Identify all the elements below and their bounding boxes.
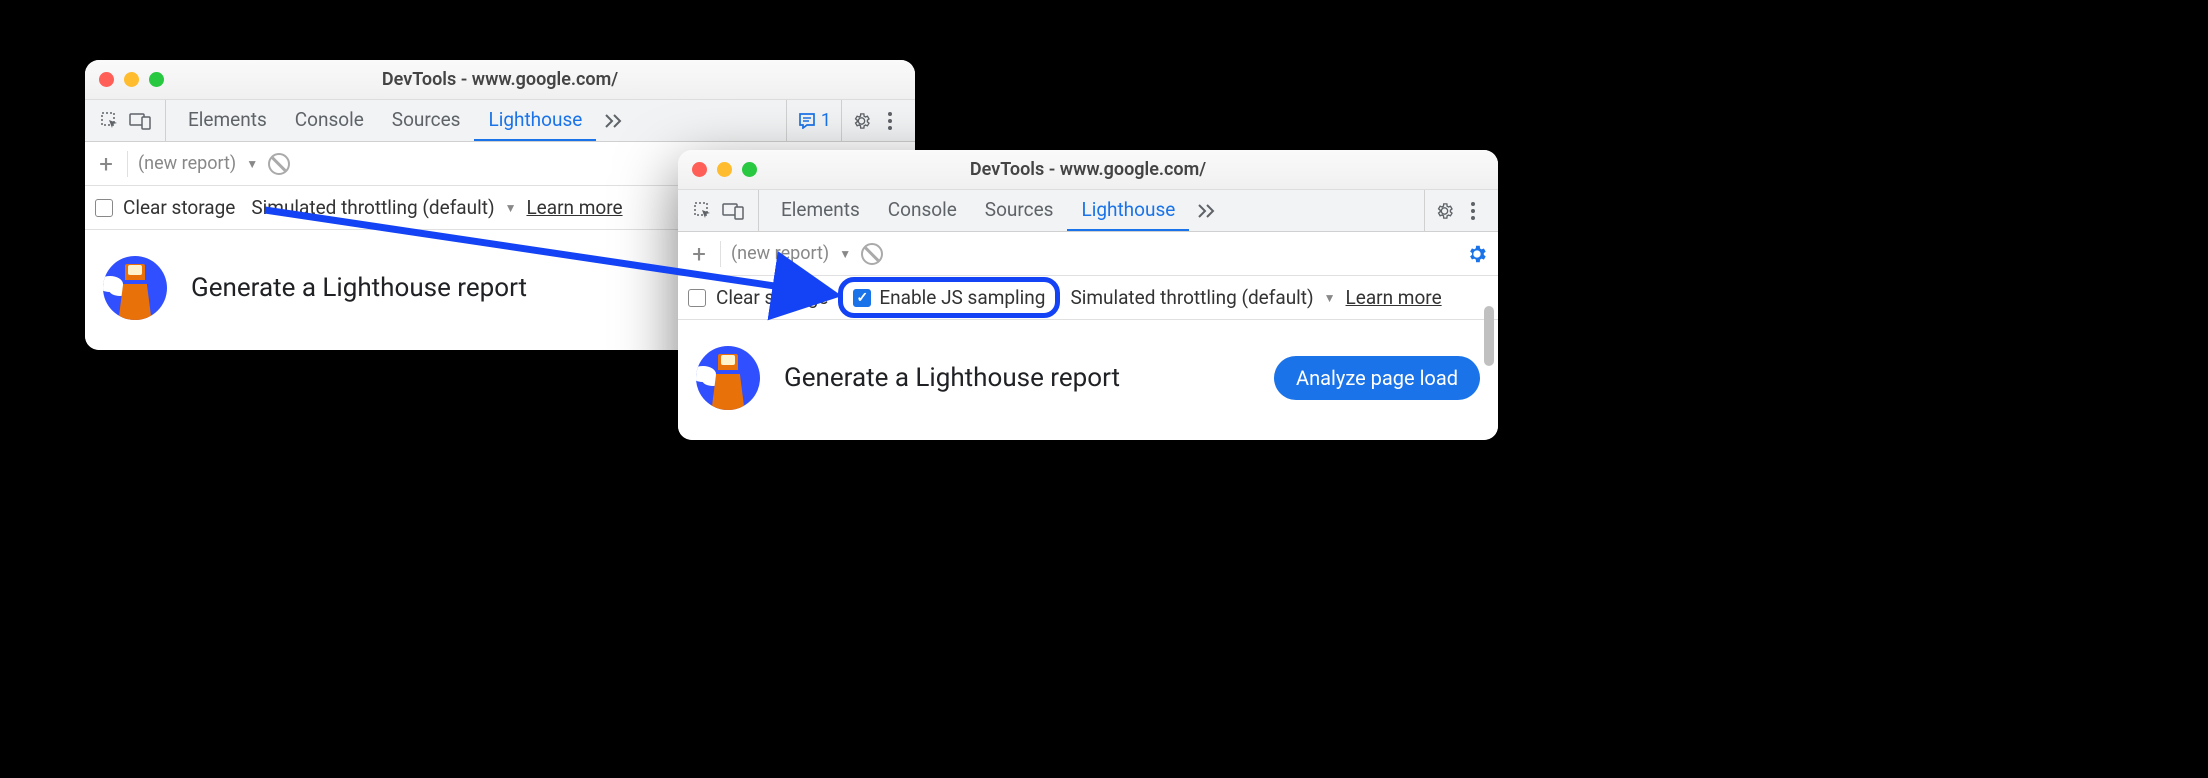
- main-heading: Generate a Lighthouse report: [191, 273, 527, 303]
- devtools-tabbar: Elements Console Sources Lighthouse 1: [85, 100, 915, 142]
- tab-lighthouse[interactable]: Lighthouse: [474, 100, 596, 141]
- dropdown-triangle-icon: ▼: [839, 247, 851, 261]
- titlebar: DevTools - www.google.com/: [678, 150, 1498, 190]
- tab-console[interactable]: Console: [874, 190, 971, 231]
- titlebar: DevTools - www.google.com/: [85, 60, 915, 100]
- tab-sources[interactable]: Sources: [971, 190, 1068, 231]
- devtools-tabs: Elements Console Sources Lighthouse: [767, 190, 1225, 231]
- lighthouse-logo-icon: [103, 256, 167, 320]
- learn-more-link[interactable]: Learn more: [1346, 286, 1442, 309]
- report-dropdown-label: (new report): [731, 243, 829, 264]
- lighthouse-logo-icon: [696, 346, 760, 410]
- kebab-menu-icon[interactable]: [875, 106, 905, 136]
- kebab-menu-icon[interactable]: [1458, 196, 1488, 226]
- settings-gear-icon[interactable]: [1424, 190, 1454, 231]
- clear-icon[interactable]: [268, 153, 290, 175]
- throttling-label: Simulated throttling (default): [251, 196, 494, 219]
- throttling-dropdown[interactable]: Simulated throttling (default) ▼: [1070, 286, 1335, 309]
- settings-gear-icon[interactable]: [841, 100, 871, 141]
- tab-sources[interactable]: Sources: [378, 100, 475, 141]
- device-toggle-icon[interactable]: [718, 196, 748, 226]
- clear-storage-checkbox[interactable]: [688, 289, 706, 307]
- main-heading: Generate a Lighthouse report: [784, 363, 1120, 393]
- add-report-icon[interactable]: +: [95, 150, 117, 178]
- enable-js-sampling-checkbox[interactable]: [853, 289, 871, 307]
- panel-settings-gear-icon[interactable]: [1466, 243, 1488, 265]
- clear-storage-checkbox[interactable]: [95, 199, 113, 217]
- analyze-button[interactable]: Analyze page load: [1274, 356, 1480, 400]
- tab-console[interactable]: Console: [281, 100, 378, 141]
- devtools-tabs: Elements Console Sources Lighthouse: [174, 100, 632, 141]
- more-tabs-chevron-icon[interactable]: [1189, 190, 1225, 231]
- dropdown-triangle-icon: ▼: [505, 201, 517, 215]
- tab-elements[interactable]: Elements: [767, 190, 874, 231]
- lighthouse-main: Generate a Lighthouse report Analyze pag…: [678, 320, 1498, 440]
- window-title: DevTools - www.google.com/: [85, 69, 915, 90]
- tab-elements[interactable]: Elements: [174, 100, 281, 141]
- enable-js-sampling-highlight: Enable JS sampling: [838, 277, 1060, 318]
- inspect-icon[interactable]: [95, 106, 125, 136]
- issues-button[interactable]: 1: [786, 100, 837, 141]
- report-dropdown-label: (new report): [138, 153, 236, 174]
- throttling-label: Simulated throttling (default): [1070, 286, 1313, 309]
- dropdown-triangle-icon: ▼: [1324, 291, 1336, 305]
- report-dropdown[interactable]: (new report) ▼: [138, 153, 258, 174]
- lighthouse-subrow: + (new report) ▼: [678, 232, 1498, 276]
- devtools-tabbar: Elements Console Sources Lighthouse: [678, 190, 1498, 232]
- scrollbar-thumb[interactable]: [1484, 306, 1494, 366]
- more-tabs-chevron-icon[interactable]: [596, 100, 632, 141]
- devtools-window-after: DevTools - www.google.com/ Elements Cons…: [678, 150, 1498, 440]
- enable-js-sampling-label: Enable JS sampling: [879, 286, 1045, 309]
- inspect-icon[interactable]: [688, 196, 718, 226]
- tab-lighthouse[interactable]: Lighthouse: [1067, 190, 1189, 231]
- issues-count: 1: [821, 110, 831, 131]
- clear-icon[interactable]: [861, 243, 883, 265]
- issues-icon: [799, 113, 817, 129]
- add-report-icon[interactable]: +: [688, 240, 710, 268]
- throttling-dropdown[interactable]: Simulated throttling (default) ▼: [251, 196, 516, 219]
- device-toggle-icon[interactable]: [125, 106, 155, 136]
- clear-storage-label: Clear storage: [716, 286, 828, 309]
- report-dropdown[interactable]: (new report) ▼: [731, 243, 851, 264]
- clear-storage-label: Clear storage: [123, 196, 235, 219]
- dropdown-triangle-icon: ▼: [246, 157, 258, 171]
- window-title: DevTools - www.google.com/: [678, 159, 1498, 180]
- lighthouse-options-row: Clear storage Enable JS sampling Simulat…: [678, 276, 1498, 320]
- learn-more-link[interactable]: Learn more: [526, 196, 622, 219]
